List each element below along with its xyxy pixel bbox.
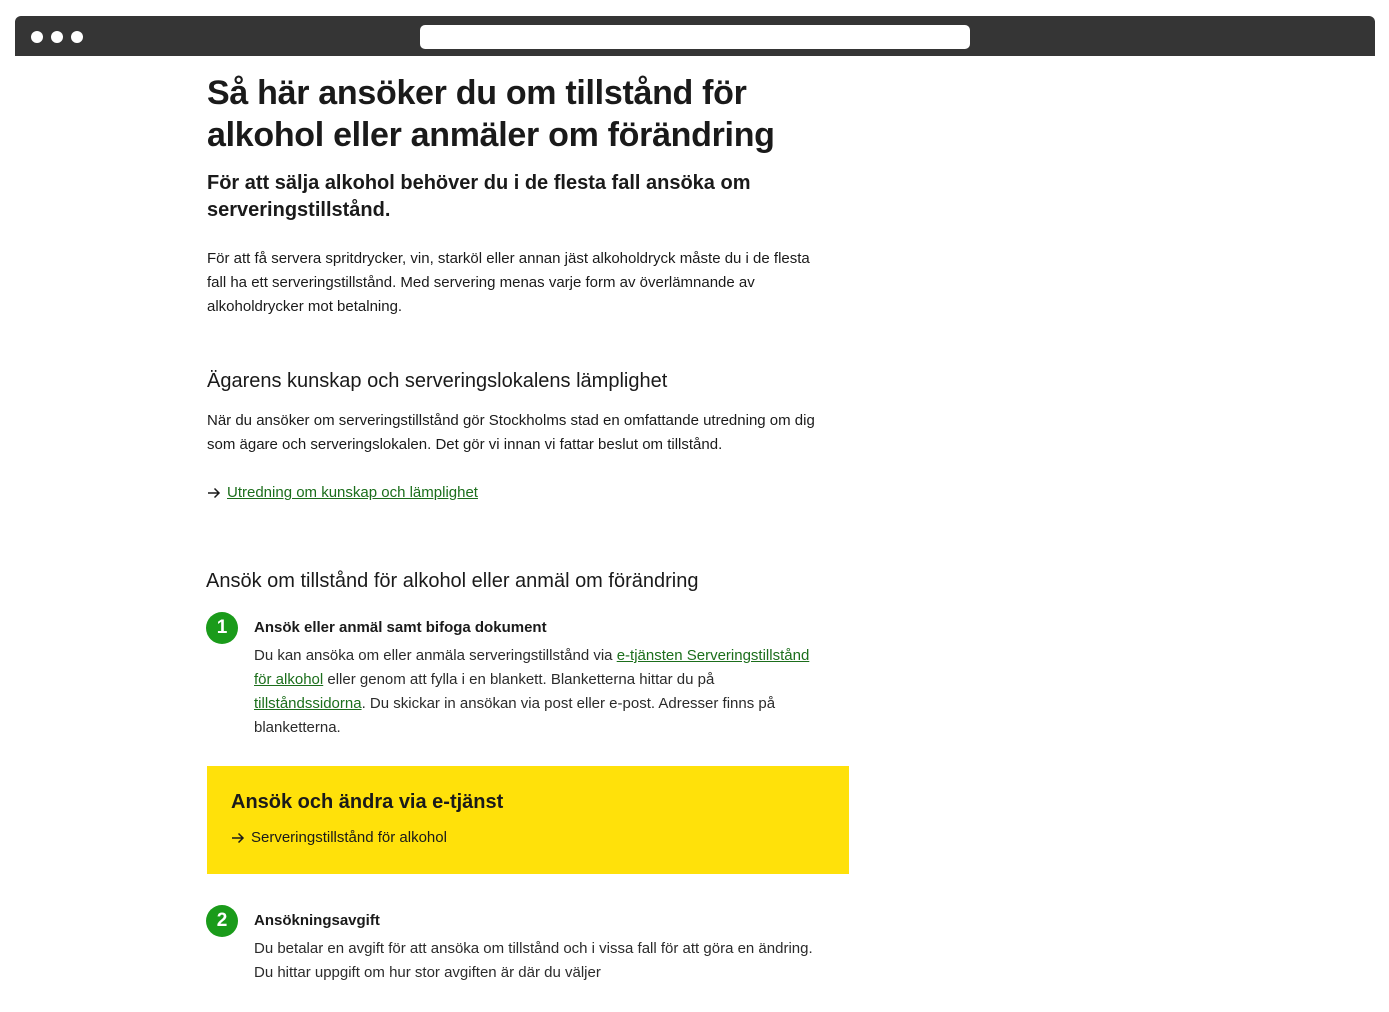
step-body-text: eller genom att fylla i en blankett. Bla…	[323, 671, 715, 688]
step-title: Ansökningsavgift	[254, 912, 380, 929]
step-body: Du betalar en avgift för att ansöka om t…	[254, 940, 813, 981]
step-body-text: Du kan ansöka om eller anmäla serverings…	[254, 647, 617, 664]
knowledge-link[interactable]: Utredning om kunskap och lämplighet	[227, 481, 478, 505]
window-dot-close[interactable]	[31, 31, 43, 43]
permit-pages-link[interactable]: tillståndssidorna	[254, 695, 362, 712]
step-number-badge: 1	[206, 612, 238, 644]
knowledge-heading: Ägarens kunskap och serveringslokalens l…	[207, 370, 668, 392]
step-title: Ansök eller anmäl samt bifoga dokument	[254, 619, 547, 636]
knowledge-link-row: Utredning om kunskap och lämplighet	[207, 481, 478, 505]
window-controls	[31, 31, 83, 43]
page-title: Så här ansöker du om tillstånd för alkoh…	[207, 74, 775, 154]
knowledge-paragraph: När du ansöker om serveringstillstånd gö…	[207, 412, 815, 453]
step-body: Du kan ansöka om eller anmäla serverings…	[254, 644, 814, 740]
window-dot-maximize[interactable]	[71, 31, 83, 43]
eservice-link-row[interactable]: Serveringstillstånd för alkohol	[231, 826, 447, 850]
step-number-badge: 2	[206, 905, 238, 937]
apply-heading: Ansök om tillstånd för alkohol eller anm…	[206, 570, 699, 592]
intro-paragraph: För att få servera spritdrycker, vin, st…	[207, 250, 810, 315]
arrow-right-icon	[232, 832, 245, 844]
arrow-right-icon	[208, 487, 221, 499]
eservice-link-label[interactable]: Serveringstillstånd för alkohol	[251, 826, 447, 850]
lead-paragraph: För att sälja alkohol behöver du i de fl…	[207, 172, 751, 221]
browser-toolbar	[15, 16, 1375, 56]
address-bar[interactable]	[420, 25, 970, 49]
window-dot-minimize[interactable]	[51, 31, 63, 43]
eservice-title: Ansök och ändra via e-tjänst	[231, 791, 504, 813]
eservice-callout: Ansök och ändra via e-tjänst Serveringst…	[207, 766, 849, 874]
